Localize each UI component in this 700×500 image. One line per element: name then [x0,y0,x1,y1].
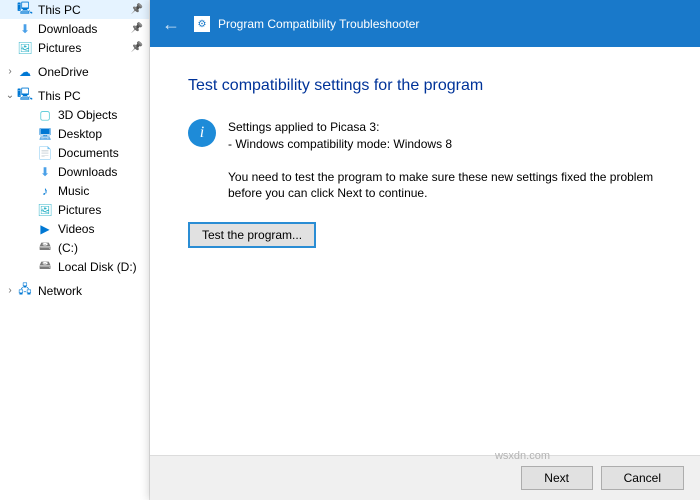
instruction-text: You need to test the program to make sur… [228,169,662,203]
nav-item-label: (C:) [58,241,145,255]
nav-item-desktop[interactable]: 🖥 Desktop [0,124,149,143]
chevron-icon[interactable]: › [4,285,16,296]
dialog-header: ← ⚙ Program Compatibility Troubleshooter [150,1,700,47]
nav-item-videos[interactable]: ▶ Videos [0,219,149,238]
nav-item-label: Downloads [38,22,131,36]
nav-item-pictures[interactable]: 🖼 Pictures📌 [0,38,149,57]
nav-item--c-[interactable]: 🖴 (C:) [0,238,149,257]
test-program-button[interactable]: Test the program... [188,222,316,248]
nav-item-label: Videos [58,222,145,236]
nav-item-documents[interactable]: 📄 Documents [0,143,149,162]
chevron-icon[interactable]: ⌄ [4,90,16,101]
pin-icon: 📌 [131,23,143,34]
pictures-icon: 🖼 [36,202,54,218]
info-icon: i [188,119,216,147]
troubleshooter-dialog: ← ⚙ Program Compatibility Troubleshooter… [150,0,700,500]
local-disk-d--icon: 🖴 [36,259,54,275]
cancel-button[interactable]: Cancel [601,466,684,490]
music-icon: ♪ [36,183,54,199]
downloads-icon: ⬇ [36,164,54,180]
watermark: wsxdn.com [495,450,550,462]
page-heading: Test compatibility settings for the prog… [188,77,662,95]
nav-item-network[interactable]: ›🖧 Network [0,281,149,300]
compat-mode-line: - Windows compatibility mode: Windows 8 [228,136,452,153]
pictures-icon: 🖼 [16,40,34,56]
info-row: i Settings applied to Picasa 3: - Window… [188,119,662,153]
back-arrow-icon[interactable]: ← [162,14,180,35]
nav-item-downloads[interactable]: ⬇ Downloads📌 [0,19,149,38]
chevron-icon[interactable]: › [4,66,16,77]
this-pc-icon: 🖳 [16,88,34,104]
nav-item-label: 3D Objects [58,108,145,122]
nav-item-music[interactable]: ♪ Music [0,181,149,200]
desktop-icon: 🖥 [36,126,54,142]
nav-item-label: Documents [58,146,145,160]
next-button[interactable]: Next [521,466,593,490]
nav-item-label: Music [58,184,145,198]
downloads-icon: ⬇ [16,21,34,37]
info-text: Settings applied to Picasa 3: - Windows … [228,119,452,153]
pin-icon: 📌 [131,42,143,53]
troubleshooter-icon: ⚙ [194,16,210,32]
network-icon: 🖧 [16,283,34,299]
dialog-title: Program Compatibility Troubleshooter [218,17,419,31]
nav-item-label: Downloads [58,165,145,179]
nav-item-local-disk-d-[interactable]: 🖴 Local Disk (D:) [0,257,149,276]
nav-item-label: Desktop [58,127,145,141]
dialog-footer: Next Cancel [150,455,700,500]
nav-item-onedrive[interactable]: ›☁ OneDrive [0,62,149,81]
-c--icon: 🖴 [36,240,54,256]
this-pc-icon: 🖳 [16,2,34,18]
pin-icon: 📌 [131,4,143,15]
documents-icon: 📄 [36,145,54,161]
explorer-nav-tree: 🖳This PC📌⬇Downloads📌🖼Pictures📌›☁OneDrive… [0,0,150,500]
nav-item-this-pc[interactable]: 🖳 This PC📌 [0,0,149,19]
nav-item-label: Network [38,284,145,298]
nav-item-label: Pictures [58,203,145,217]
nav-item-label: This PC [38,89,145,103]
3d-objects-icon: ▢ [36,107,54,123]
onedrive-icon: ☁ [16,64,34,80]
settings-applied-line: Settings applied to Picasa 3: [228,119,452,136]
dialog-body: Test compatibility settings for the prog… [150,47,700,455]
nav-item-label: Pictures [38,41,131,55]
nav-item-downloads[interactable]: ⬇ Downloads [0,162,149,181]
videos-icon: ▶ [36,221,54,237]
nav-item-pictures[interactable]: 🖼 Pictures [0,200,149,219]
nav-item-label: Local Disk (D:) [58,260,145,274]
nav-item-3d-objects[interactable]: ▢ 3D Objects [0,105,149,124]
nav-item-label: OneDrive [38,65,145,79]
nav-item-this-pc[interactable]: ⌄🖳 This PC [0,86,149,105]
nav-item-label: This PC [38,3,131,17]
